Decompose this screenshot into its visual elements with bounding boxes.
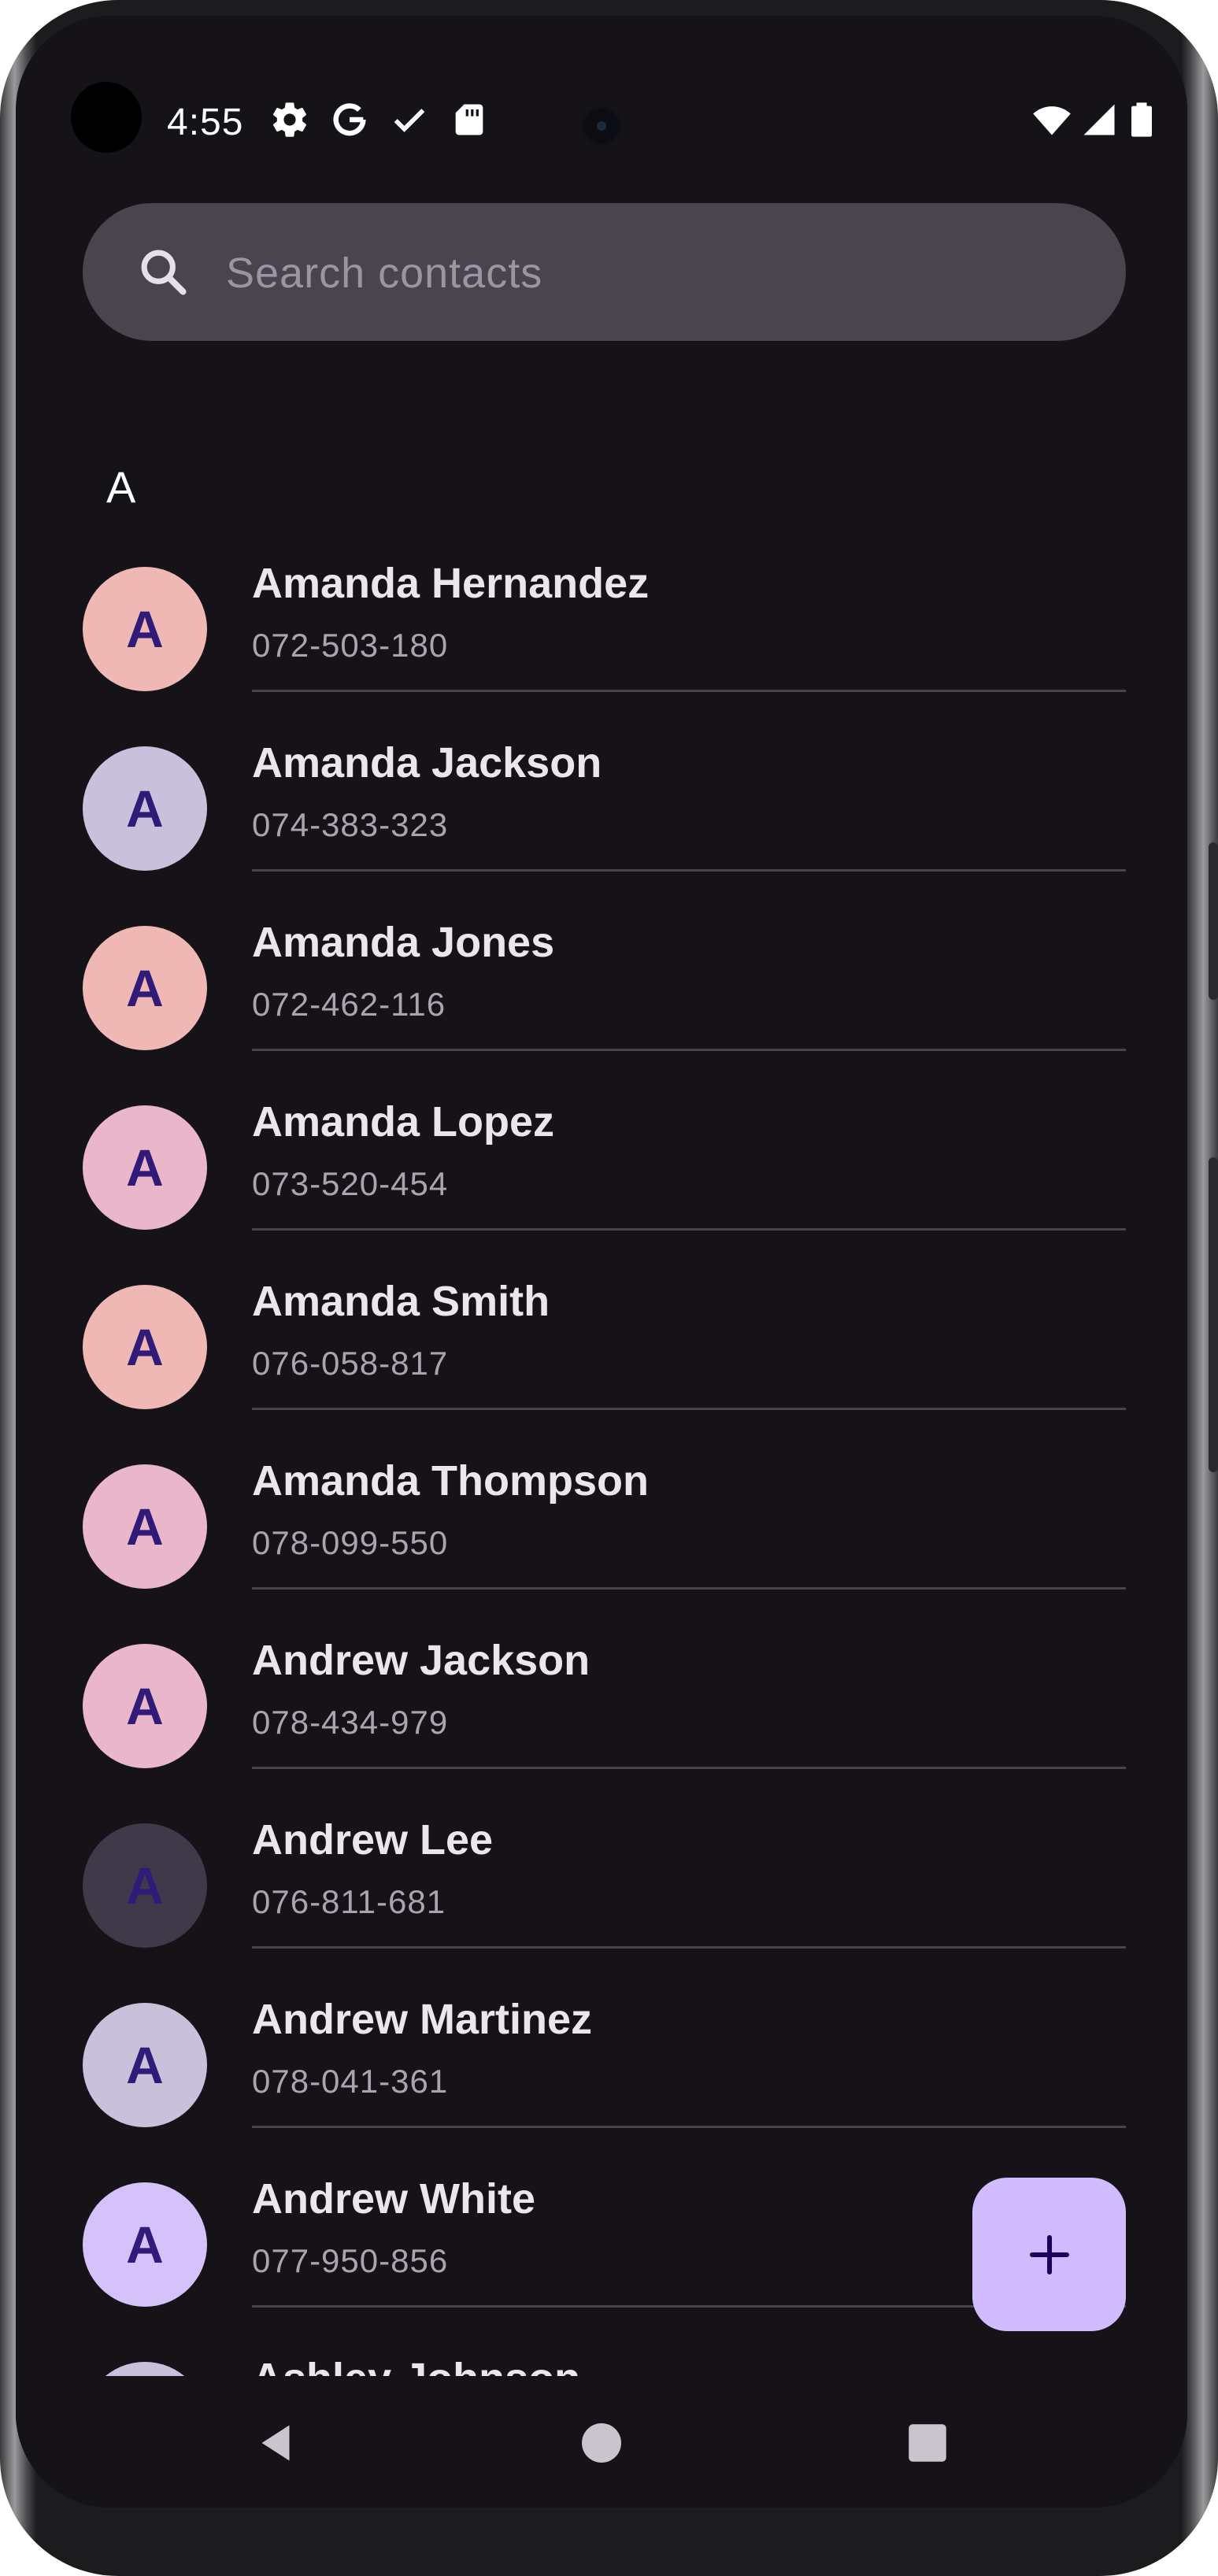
divider	[252, 1946, 1126, 1949]
contact-name: Amanda Thompson	[252, 1457, 650, 1505]
cell-signal-icon	[1083, 104, 1115, 135]
contact-item[interactable]: A Amanda Jackson 074-383-323	[16, 727, 1187, 907]
search-input[interactable]	[224, 235, 1094, 311]
contact-name: Andrew White	[252, 2175, 535, 2223]
contact-name: Amanda Smith	[252, 1278, 550, 1325]
power-button	[1209, 1157, 1218, 1472]
divider	[252, 1767, 1126, 1769]
contact-name: Amanda Hernandez	[252, 560, 650, 607]
settings-icon	[272, 102, 307, 137]
divider	[252, 1228, 1126, 1231]
contact-item[interactable]: A Amanda Jones 072-462-116	[16, 907, 1187, 1086]
front-camera	[71, 82, 142, 153]
contact-name: Amanda Jackson	[252, 739, 602, 786]
contact-avatar: A	[83, 926, 207, 1050]
contact-item[interactable]: A Andrew Lee 076-811-681	[16, 1804, 1187, 1984]
contact-item[interactable]: A Amanda Thompson 078-099-550	[16, 1445, 1187, 1625]
contact-phone: 078-434-979	[252, 1704, 449, 1741]
contact-avatar: A	[83, 1644, 207, 1768]
contact-item[interactable]: A Amanda Smith 076-058-817	[16, 1266, 1187, 1445]
divider	[252, 1049, 1126, 1051]
contact-item[interactable]: A Andrew Martinez 078-041-361	[16, 1984, 1187, 2163]
check-icon	[394, 109, 425, 132]
contact-phone: 074-383-323	[252, 806, 449, 843]
contact-name: Andrew Jackson	[252, 1637, 590, 1684]
contact-phone: 078-041-361	[252, 2063, 449, 2100]
contact-phone: 077-950-856	[252, 2242, 449, 2279]
contact-phone: 073-520-454	[252, 1165, 449, 1202]
divider	[252, 1587, 1126, 1590]
phone-frame: 4:55 Search contacts A A Amanda Hernande…	[0, 0, 1218, 2576]
contact-name: Andrew Lee	[252, 1816, 494, 1864]
search-bar[interactable]	[83, 203, 1126, 341]
home-icon[interactable]	[578, 2419, 625, 2467]
add-contact-button[interactable]	[972, 2178, 1126, 2331]
divider	[252, 1408, 1126, 1410]
proximity-sensor	[584, 109, 619, 143]
google-icon	[333, 103, 366, 136]
contact-name: Amanda Jones	[252, 919, 555, 966]
recents-icon[interactable]	[904, 2419, 951, 2467]
volume-button	[1209, 842, 1218, 1000]
contact-avatar: A	[83, 2003, 207, 2127]
contact-phone: 072-462-116	[252, 986, 446, 1023]
contact-avatar: A	[83, 1285, 207, 1409]
sd-card-icon	[455, 104, 483, 135]
divider	[252, 690, 1126, 692]
back-icon[interactable]	[252, 2419, 299, 2467]
contact-avatar: A	[83, 1464, 207, 1589]
contact-phone: 076-811-681	[252, 1883, 446, 1920]
contact-avatar: A	[83, 1823, 207, 1948]
contact-phone: 076-058-817	[252, 1345, 449, 1382]
contact-avatar: A	[83, 1105, 207, 1230]
status-bar: 4:55	[16, 16, 1187, 165]
contact-avatar: A	[83, 746, 207, 871]
contact-name: Amanda Lopez	[252, 1098, 555, 1146]
contact-item[interactable]: A Amanda Hernandez 072-503-180	[16, 548, 1187, 727]
plus-icon	[1029, 2234, 1069, 2274]
section-header: A	[106, 462, 136, 512]
battery-icon	[1131, 102, 1152, 137]
divider	[252, 869, 1126, 872]
contact-avatar: A	[83, 2182, 207, 2307]
screen: 4:55 Search contacts A A Amanda Hernande…	[16, 16, 1187, 2508]
divider	[252, 2126, 1126, 2128]
contact-phone: 072-503-180	[252, 627, 449, 664]
status-time: 4:55	[167, 102, 244, 143]
search-icon	[141, 250, 187, 295]
contact-item[interactable]: A Amanda Lopez 073-520-454	[16, 1086, 1187, 1266]
contact-item[interactable]: A Andrew Jackson 078-434-979	[16, 1625, 1187, 1804]
contact-avatar: A	[83, 567, 207, 691]
wifi-icon	[1033, 106, 1071, 135]
navigation-bar	[16, 2376, 1187, 2508]
contact-name: Andrew Martinez	[252, 1996, 593, 2043]
contact-phone: 078-099-550	[252, 1524, 449, 1561]
